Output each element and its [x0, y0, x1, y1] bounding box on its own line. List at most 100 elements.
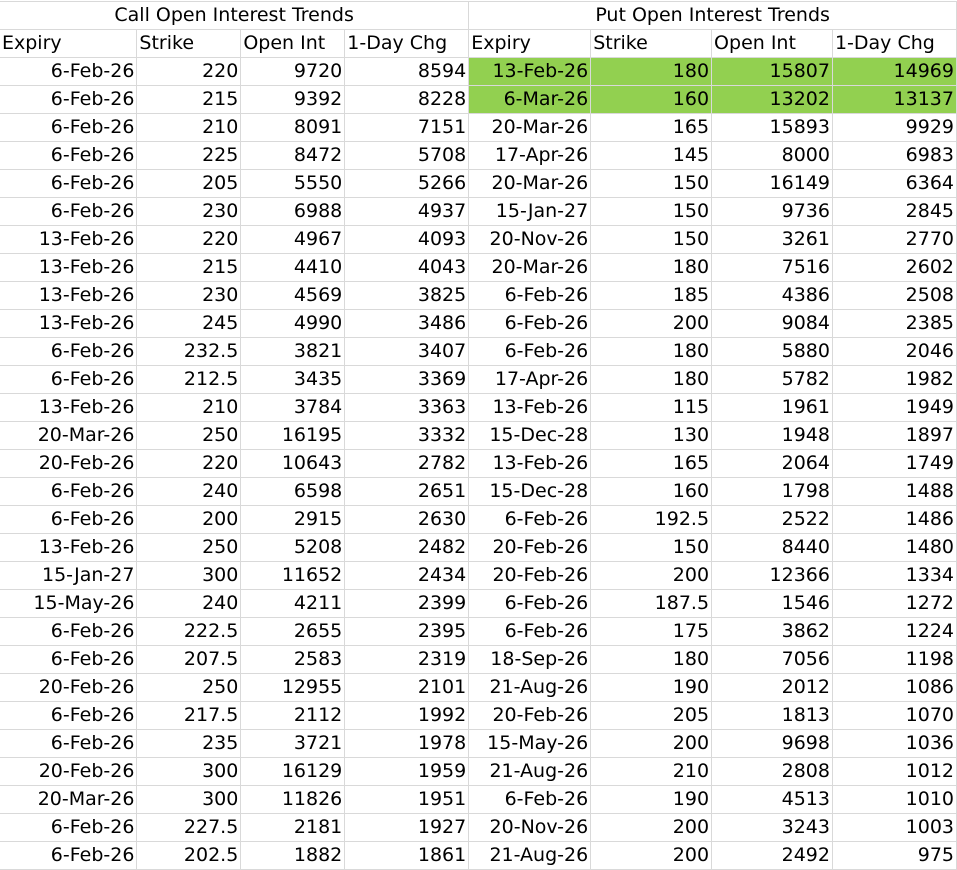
put-cell-1day-chg[interactable]: 6983 [832, 141, 957, 170]
call-cell-strike[interactable]: 220 [136, 57, 242, 86]
call-cell-strike[interactable]: 210 [136, 393, 242, 422]
put-cell-expiry[interactable]: 15-Dec-28 [468, 477, 592, 506]
put-cell-strike[interactable]: 180 [590, 337, 713, 366]
call-cell-open-int[interactable]: 2655 [240, 617, 346, 646]
put-cell-1day-chg[interactable]: 1486 [832, 505, 957, 534]
call-cell-open-int[interactable]: 1882 [240, 841, 346, 870]
put-cell-strike[interactable]: 205 [590, 701, 713, 730]
call-cell-open-int[interactable]: 5550 [240, 169, 346, 198]
call-cell-expiry[interactable]: 6-Feb-26 [0, 365, 138, 394]
put-cell-1day-chg[interactable]: 1198 [832, 645, 957, 674]
put-header-strike[interactable]: Strike [590, 29, 713, 58]
put-cell-1day-chg[interactable]: 6364 [832, 169, 957, 198]
put-cell-strike[interactable]: 160 [590, 85, 713, 114]
put-cell-open-int[interactable]: 1961 [711, 393, 833, 422]
put-cell-1day-chg[interactable]: 1749 [832, 449, 957, 478]
put-cell-expiry[interactable]: 15-Dec-28 [468, 421, 592, 450]
call-cell-strike[interactable]: 300 [136, 757, 242, 786]
put-cell-strike[interactable]: 185 [590, 281, 713, 310]
call-cell-strike[interactable]: 217.5 [136, 701, 242, 730]
call-cell-1day-chg[interactable]: 2434 [344, 561, 470, 590]
call-cell-expiry[interactable]: 6-Feb-26 [0, 645, 138, 674]
put-cell-1day-chg[interactable]: 1224 [832, 617, 957, 646]
put-cell-open-int[interactable]: 1798 [711, 477, 833, 506]
put-cell-1day-chg[interactable]: 14969 [832, 57, 957, 86]
call-cell-expiry[interactable]: 6-Feb-26 [0, 841, 138, 870]
call-cell-strike[interactable]: 240 [136, 589, 242, 618]
put-cell-open-int[interactable]: 7056 [711, 645, 833, 674]
call-cell-expiry[interactable]: 13-Feb-26 [0, 225, 138, 254]
call-cell-open-int[interactable]: 2915 [240, 505, 346, 534]
call-cell-strike[interactable]: 235 [136, 729, 242, 758]
call-cell-strike[interactable]: 245 [136, 309, 242, 338]
call-cell-open-int[interactable]: 10643 [240, 449, 346, 478]
call-cell-strike[interactable]: 250 [136, 421, 242, 450]
call-cell-open-int[interactable]: 2583 [240, 645, 346, 674]
put-cell-1day-chg[interactable]: 1480 [832, 533, 957, 562]
call-cell-strike[interactable]: 212.5 [136, 365, 242, 394]
put-cell-open-int[interactable]: 3862 [711, 617, 833, 646]
put-cell-expiry[interactable]: 21-Aug-26 [468, 673, 592, 702]
put-cell-1day-chg[interactable]: 9929 [832, 113, 957, 142]
call-cell-open-int[interactable]: 16195 [240, 421, 346, 450]
call-header-strike[interactable]: Strike [136, 29, 242, 58]
call-cell-strike[interactable]: 220 [136, 225, 242, 254]
put-cell-1day-chg[interactable]: 1070 [832, 701, 957, 730]
call-cell-open-int[interactable]: 12955 [240, 673, 346, 702]
put-cell-open-int[interactable]: 7516 [711, 253, 833, 282]
put-cell-open-int[interactable]: 2492 [711, 841, 833, 870]
put-cell-strike[interactable]: 115 [590, 393, 713, 422]
call-cell-1day-chg[interactable]: 3363 [344, 393, 470, 422]
call-cell-1day-chg[interactable]: 3825 [344, 281, 470, 310]
call-cell-strike[interactable]: 207.5 [136, 645, 242, 674]
call-cell-expiry[interactable]: 20-Feb-26 [0, 673, 138, 702]
put-cell-strike[interactable]: 180 [590, 365, 713, 394]
put-cell-strike[interactable]: 160 [590, 477, 713, 506]
put-cell-expiry[interactable]: 20-Feb-26 [468, 533, 592, 562]
put-cell-expiry[interactable]: 21-Aug-26 [468, 757, 592, 786]
put-cell-open-int[interactable]: 12366 [711, 561, 833, 590]
put-cell-expiry[interactable]: 17-Apr-26 [468, 365, 592, 394]
call-cell-1day-chg[interactable]: 1861 [344, 841, 470, 870]
put-cell-strike[interactable]: 145 [590, 141, 713, 170]
put-cell-open-int[interactable]: 16149 [711, 169, 833, 198]
put-cell-expiry[interactable]: 20-Nov-26 [468, 225, 592, 254]
call-header-open-int[interactable]: Open Int [240, 29, 346, 58]
call-cell-strike[interactable]: 250 [136, 533, 242, 562]
call-cell-open-int[interactable]: 11826 [240, 785, 346, 814]
put-cell-1day-chg[interactable]: 2046 [832, 337, 957, 366]
put-cell-strike[interactable]: 200 [590, 561, 713, 590]
put-cell-open-int[interactable]: 1813 [711, 701, 833, 730]
call-cell-expiry[interactable]: 6-Feb-26 [0, 701, 138, 730]
call-cell-1day-chg[interactable]: 4043 [344, 253, 470, 282]
put-header-expiry[interactable]: Expiry [468, 29, 592, 58]
put-header-open-int[interactable]: Open Int [711, 29, 833, 58]
call-cell-expiry[interactable]: 15-Jan-27 [0, 561, 138, 590]
call-cell-expiry[interactable]: 6-Feb-26 [0, 85, 138, 114]
put-cell-expiry[interactable]: 20-Mar-26 [468, 169, 592, 198]
put-cell-strike[interactable]: 165 [590, 113, 713, 142]
put-cell-open-int[interactable]: 8000 [711, 141, 833, 170]
call-cell-strike[interactable]: 230 [136, 281, 242, 310]
put-cell-1day-chg[interactable]: 1036 [832, 729, 957, 758]
put-cell-expiry[interactable]: 13-Feb-26 [468, 57, 592, 86]
put-cell-open-int[interactable]: 15893 [711, 113, 833, 142]
put-cell-strike[interactable]: 175 [590, 617, 713, 646]
put-cell-strike[interactable]: 180 [590, 57, 713, 86]
call-cell-open-int[interactable]: 2112 [240, 701, 346, 730]
put-cell-1day-chg[interactable]: 1949 [832, 393, 957, 422]
call-cell-1day-chg[interactable]: 2782 [344, 449, 470, 478]
put-cell-expiry[interactable]: 20-Feb-26 [468, 561, 592, 590]
put-cell-expiry[interactable]: 6-Mar-26 [468, 85, 592, 114]
call-cell-1day-chg[interactable]: 1978 [344, 729, 470, 758]
put-cell-1day-chg[interactable]: 2602 [832, 253, 957, 282]
call-cell-strike[interactable]: 250 [136, 673, 242, 702]
put-cell-open-int[interactable]: 4513 [711, 785, 833, 814]
call-cell-1day-chg[interactable]: 4937 [344, 197, 470, 226]
put-cell-open-int[interactable]: 2522 [711, 505, 833, 534]
put-cell-1day-chg[interactable]: 975 [832, 841, 957, 870]
put-cell-1day-chg[interactable]: 1272 [832, 589, 957, 618]
call-cell-expiry[interactable]: 13-Feb-26 [0, 533, 138, 562]
call-cell-1day-chg[interactable]: 3369 [344, 365, 470, 394]
put-cell-expiry[interactable]: 6-Feb-26 [468, 337, 592, 366]
